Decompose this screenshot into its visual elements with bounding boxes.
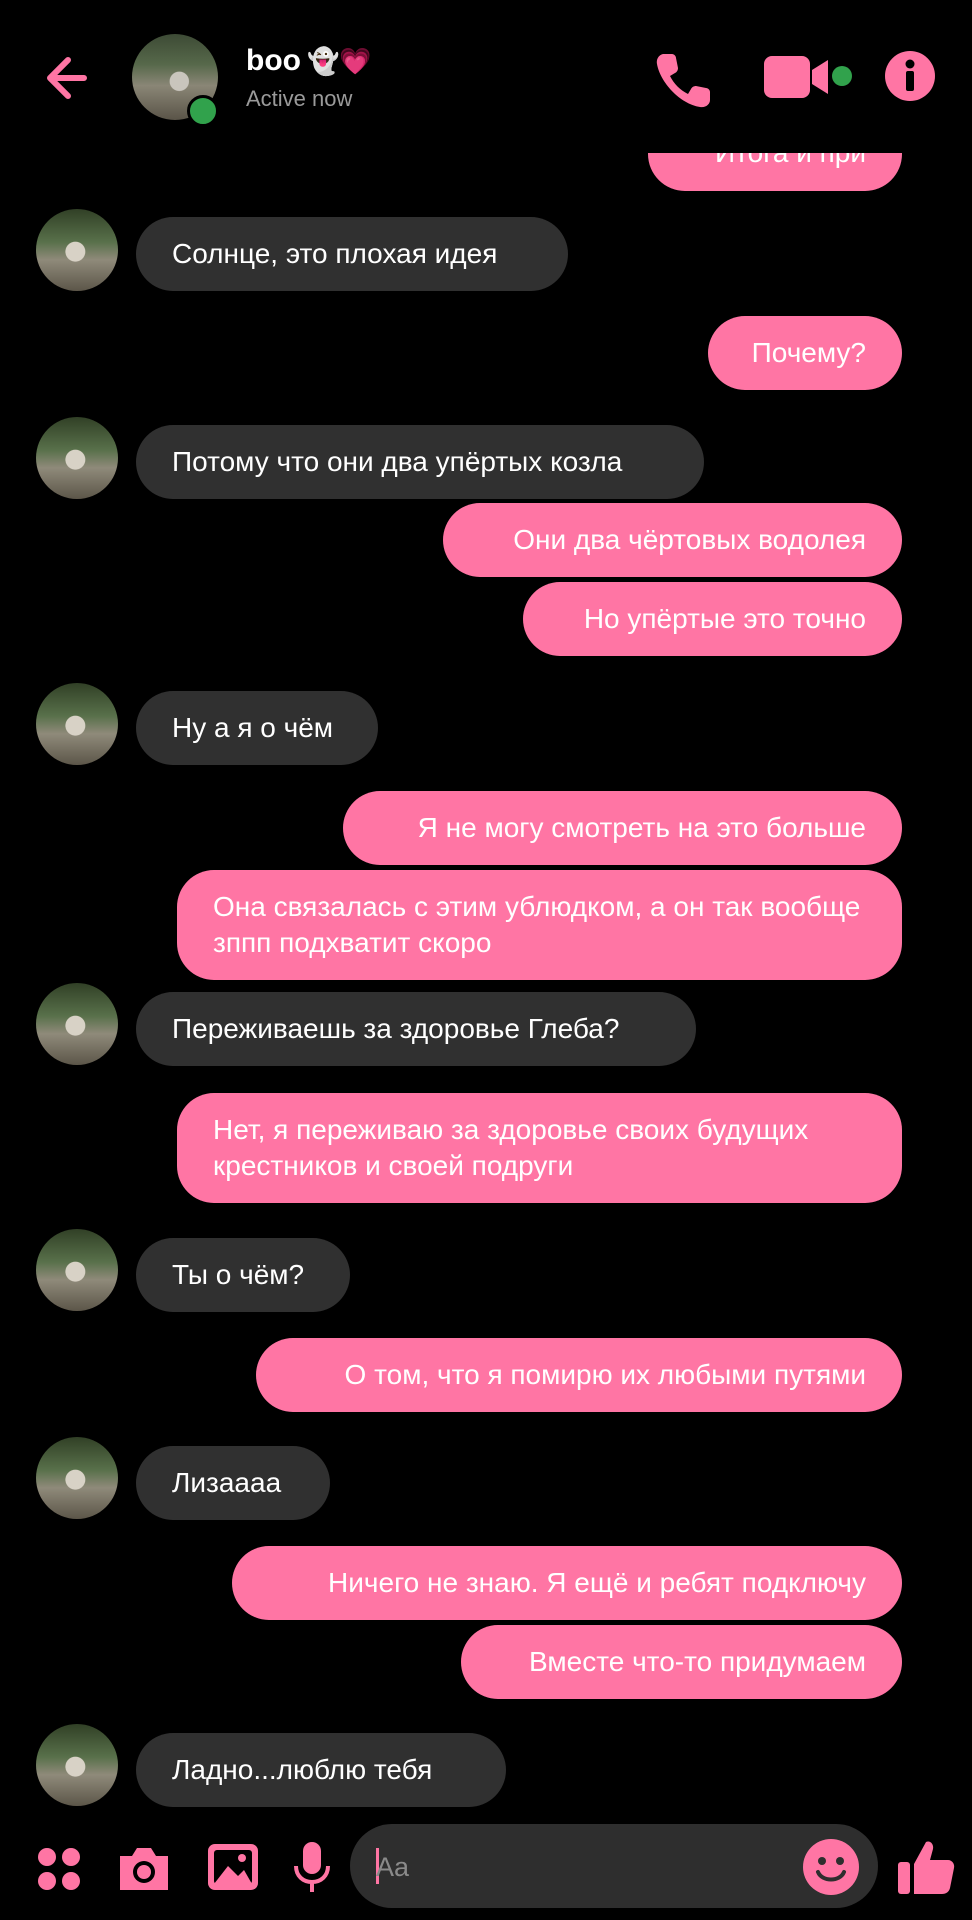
message-text: Нет, я переживаю за здоровье своих будущ… xyxy=(213,1114,809,1181)
message-outgoing[interactable]: Вместе что-то придумаем xyxy=(461,1625,902,1699)
message-text: О том, что я помирю их любыми путями xyxy=(344,1359,866,1390)
message-incoming[interactable]: Переживаешь за здоровье Глеба? xyxy=(136,992,696,1066)
message-text: Они два чёртовых водолея xyxy=(513,524,866,555)
sender-avatar[interactable] xyxy=(36,1437,118,1519)
video-camera-icon[interactable] xyxy=(762,52,842,102)
message-incoming[interactable]: Ладно...люблю тебя xyxy=(136,1733,506,1807)
message-text: Солнце, это плохая идея xyxy=(172,238,498,269)
message-incoming[interactable]: Ну а я о чём xyxy=(136,691,378,765)
sender-avatar[interactable] xyxy=(36,683,118,765)
sender-avatar[interactable] xyxy=(36,209,118,291)
message-text: Ты о чём? xyxy=(172,1259,305,1290)
message-outgoing[interactable]: Ничего не знаю. Я ещё и ребят подключу xyxy=(232,1546,902,1620)
message-text: Ну а я о чём xyxy=(172,712,334,743)
message-text: Вместе что-то придумаем xyxy=(529,1646,866,1677)
sender-avatar[interactable] xyxy=(36,1724,118,1806)
sender-avatar[interactable] xyxy=(36,983,118,1065)
message-text: Переживаешь за здоровье Глеба? xyxy=(172,1013,620,1044)
message-text: Но упёртые это точно xyxy=(583,603,866,634)
message-outgoing[interactable]: Нет, я переживаю за здоровье своих будущ… xyxy=(177,1093,902,1203)
message-incoming[interactable]: Лизаааа xyxy=(136,1446,330,1520)
contact-name-emojis: 👻💗 xyxy=(306,45,372,76)
message-text: Ничего не знаю. Я ещё и ребят подключу xyxy=(328,1567,866,1598)
message-text: Лизаааа xyxy=(172,1467,282,1498)
apps-menu-icon[interactable] xyxy=(34,1844,84,1894)
sender-avatar[interactable] xyxy=(36,1229,118,1311)
message-text: Ладно...люблю тебя xyxy=(172,1754,433,1785)
message-text: Я не могу смотреть на это больше xyxy=(417,812,866,843)
microphone-icon[interactable] xyxy=(292,1840,332,1896)
message-thread[interactable]: Итога и при Солнце, это плохая идея Поче… xyxy=(0,115,972,1813)
message-text: Почему? xyxy=(751,337,866,368)
message-outgoing[interactable]: Она связалась с этим ублюдком, а он так … xyxy=(177,870,902,980)
camera-icon[interactable] xyxy=(116,1842,172,1894)
message-incoming[interactable]: Солнце, это плохая идея xyxy=(136,217,568,291)
message-outgoing[interactable]: Но упёртые это точно xyxy=(523,582,902,656)
back-arrow-icon[interactable] xyxy=(40,45,106,111)
info-icon[interactable] xyxy=(884,50,936,102)
message-text: Она связалась с этим ублюдком, а он так … xyxy=(213,891,861,958)
video-active-dot xyxy=(832,66,852,86)
message-incoming[interactable]: Ты о чём? xyxy=(136,1238,350,1312)
online-indicator xyxy=(187,95,219,127)
phone-icon[interactable] xyxy=(650,44,720,114)
message-outgoing[interactable]: О том, что я помирю их любыми путями xyxy=(256,1338,902,1412)
message-input[interactable] xyxy=(374,1824,798,1910)
gallery-icon[interactable] xyxy=(206,1842,260,1892)
active-status: Active now xyxy=(246,86,353,111)
conversation-header: boo 👻💗 Active now xyxy=(0,0,972,153)
message-text: Потому что они два упёртых козла xyxy=(172,446,623,477)
sender-avatar[interactable] xyxy=(36,417,118,499)
contact-name[interactable]: boo 👻💗 xyxy=(246,44,372,78)
message-outgoing[interactable]: Почему? xyxy=(708,316,902,390)
composer-bar xyxy=(0,1814,972,1920)
thumbs-up-icon[interactable] xyxy=(896,1836,956,1898)
message-incoming[interactable]: Потому что они два упёртых козла xyxy=(136,425,704,499)
message-outgoing[interactable]: Я не могу смотреть на это больше xyxy=(343,791,902,865)
message-outgoing[interactable]: Они два чёртовых водолея xyxy=(443,503,902,577)
contact-name-text: boo xyxy=(246,44,301,77)
message-input-container[interactable] xyxy=(350,1824,878,1910)
emoji-icon[interactable] xyxy=(802,1838,860,1896)
